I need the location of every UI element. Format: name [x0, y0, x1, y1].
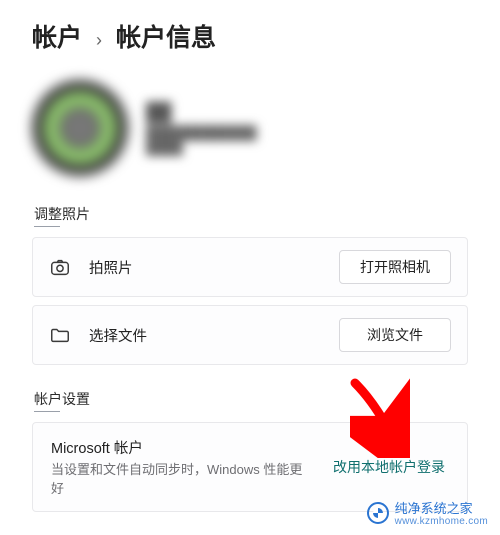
watermark: 纯净系统之家 www.kzmhome.com	[367, 498, 488, 527]
watermark-url: www.kzmhome.com	[395, 517, 488, 527]
card-choose-file: 选择文件 浏览文件	[32, 305, 468, 365]
adjust-photo-group: 拍照片 打开照相机 选择文件 浏览文件	[32, 237, 468, 365]
section-label-adjust-photo: 调整照片	[34, 204, 466, 227]
breadcrumb-parent[interactable]: 帐户	[32, 18, 82, 54]
chevron-right-icon: ›	[96, 30, 102, 51]
profile-display-name: ██	[146, 102, 257, 123]
profile-subtitle-2: ████	[146, 140, 257, 155]
page-title: 帐户信息	[116, 18, 216, 54]
profile-header: ██ ████████████ ████	[32, 80, 468, 176]
watermark-logo-icon	[367, 502, 389, 524]
breadcrumb: 帐户 › 帐户信息	[32, 18, 468, 54]
card-take-photo-label: 拍照片	[89, 257, 321, 278]
switch-to-local-account-link[interactable]: 改用本地帐户登录	[329, 451, 449, 483]
profile-info: ██ ████████████ ████	[146, 102, 257, 155]
browse-files-button[interactable]: 浏览文件	[339, 318, 451, 352]
profile-subtitle-1: ████████████	[146, 125, 257, 140]
section-label-account-settings: 帐户设置	[34, 389, 466, 412]
card-choose-file-label: 选择文件	[89, 325, 321, 346]
camera-icon	[49, 256, 71, 278]
ms-account-title: Microsoft 帐户	[51, 437, 311, 458]
avatar	[32, 80, 128, 176]
watermark-title: 纯净系统之家	[395, 501, 473, 516]
card-take-photo: 拍照片 打开照相机	[32, 237, 468, 297]
folder-icon	[49, 324, 71, 346]
open-camera-button[interactable]: 打开照相机	[339, 250, 451, 284]
ms-account-desc: 当设置和文件自动同步时，Windows 性能更好	[51, 459, 311, 497]
